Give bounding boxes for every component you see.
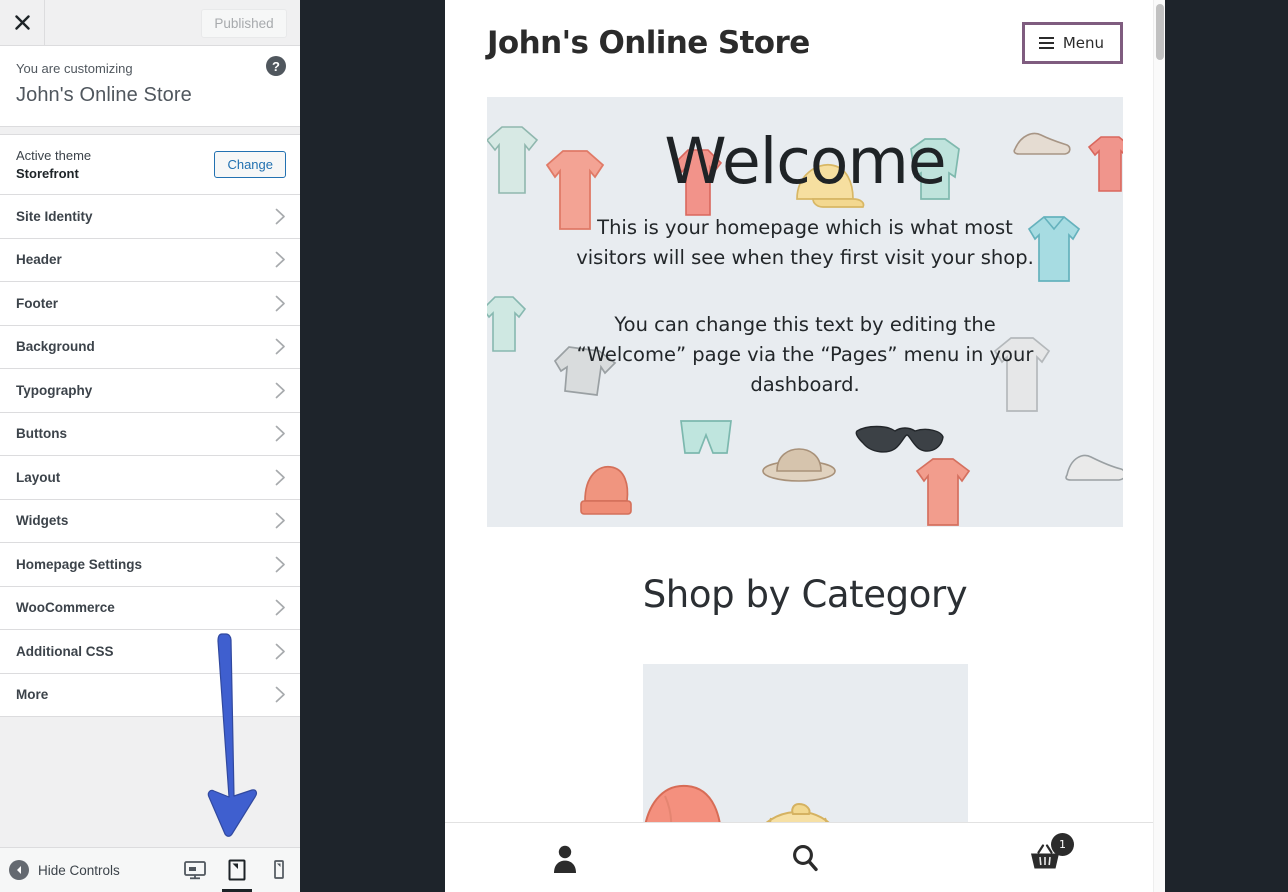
customizer-panel: Published You are customizing John's Onl… (0, 0, 300, 892)
sidebar-section-label: Buttons (16, 426, 67, 442)
desktop-preview-button[interactable] (174, 848, 216, 892)
preview-scrollbar[interactable] (1153, 0, 1165, 892)
preview-menu-button[interactable]: Menu (1021, 21, 1123, 64)
publish-button[interactable]: Published (201, 9, 287, 38)
hamburger-icon (1038, 36, 1054, 49)
active-theme-row: Active theme Storefront Change (0, 135, 300, 196)
sidebar-section-woocommerce[interactable]: WooCommerce (0, 586, 300, 631)
chevron-right-icon (275, 295, 286, 312)
customizing-info: You are customizing John's Online Store … (0, 46, 300, 127)
hero-paragraph-1: This is your homepage which is what most… (576, 216, 1034, 269)
mobile-icon (274, 860, 284, 879)
customizing-label: You are customizing (16, 61, 133, 76)
chevron-right-icon (275, 512, 286, 529)
cart-count-badge: 1 (1051, 832, 1074, 856)
sidebar-section-label: Homepage Settings (16, 556, 143, 572)
sidebar-section-background[interactable]: Background (0, 325, 300, 370)
sidebar-section-typography[interactable]: Typography (0, 369, 300, 413)
cart-button[interactable]: 1 (925, 823, 1165, 892)
chevron-right-icon (275, 599, 286, 616)
sidebar-section-layout[interactable]: Layout (0, 456, 300, 500)
customizing-site-title: John's Online Store (16, 84, 192, 106)
sidebar-section-widgets[interactable]: Widgets (0, 499, 300, 544)
hero-heading: Welcome (664, 125, 946, 198)
tablet-icon (228, 859, 246, 881)
shorts-doodle-icon (680, 420, 732, 454)
chevron-right-icon (275, 686, 286, 703)
sidebar-section-footer[interactable]: Footer (0, 282, 300, 326)
sidebar-section-additional-css[interactable]: Additional CSS (0, 630, 300, 674)
customizer-topbar: Published (0, 0, 300, 46)
preview-site-title: John's Online Store (487, 24, 810, 61)
sidebar-section-label: Typography (16, 382, 93, 398)
hero-banner: Welcome This is your homepage which is w… (487, 97, 1123, 527)
hat-doodle-icon (762, 448, 836, 482)
chevron-right-icon (275, 251, 286, 268)
sidebar-section-buttons[interactable]: Buttons (0, 412, 300, 457)
active-theme-name: Storefront (16, 165, 79, 181)
close-customizer-button[interactable] (0, 0, 45, 45)
active-theme-label: Active theme (16, 148, 92, 163)
my-account-button[interactable] (445, 823, 685, 892)
preview-scroll-area[interactable]: John's Online Store Menu Welcome This is… (445, 0, 1165, 892)
sidebar-section-homepage-settings[interactable]: Homepage Settings (0, 543, 300, 587)
search-magnifier-icon (793, 844, 818, 871)
close-x-icon (14, 15, 30, 30)
sidebar-section-header[interactable]: Header (0, 238, 300, 283)
customizer-sections-list: Site Identity Header Footer Background Typog… (0, 195, 300, 718)
sidebar-section-site-identity[interactable]: Site Identity (0, 195, 300, 239)
beanie-doodle-icon (580, 465, 632, 515)
preview-site-header: John's Online Store Menu (445, 0, 1165, 85)
tshirt-doodle-icon (915, 458, 971, 526)
chevron-right-icon (275, 338, 286, 355)
search-button[interactable] (685, 823, 925, 892)
chevron-right-icon (275, 208, 286, 225)
desktop-icon (184, 861, 206, 880)
sidebar-section-label: Additional CSS (16, 643, 114, 659)
tablet-preview-button[interactable] (216, 848, 258, 892)
help-question-icon[interactable]: ? (266, 56, 286, 76)
chevron-right-icon (275, 382, 286, 399)
customizer-bottom-bar: Hide Controls (0, 847, 300, 892)
site-preview-frame[interactable]: John's Online Store Menu Welcome This is… (445, 0, 1165, 892)
sunglasses-doodle-icon (855, 425, 944, 453)
sidebar-section-label: Layout (16, 469, 61, 485)
chevron-right-icon (275, 469, 286, 486)
menu-button-label: Menu (1062, 33, 1104, 52)
shoe-doodle-icon (1065, 454, 1123, 481)
mobile-preview-button[interactable] (258, 848, 300, 892)
sidebar-section-label: Site Identity (16, 208, 93, 224)
preview-bottom-bar: 1 (445, 822, 1165, 892)
shop-by-category-heading: Shop by Category (642, 573, 968, 616)
panel-divider (0, 127, 300, 135)
sidebar-section-label: Footer (16, 295, 58, 311)
sidebar-section-label: Header (16, 252, 62, 268)
sidebar-section-label: Widgets (16, 513, 69, 529)
sidebar-section-label: Background (16, 339, 95, 355)
person-icon (554, 845, 576, 873)
hero-paragraph-2: You can change this text by editing the … (576, 313, 1034, 396)
chevron-right-icon (275, 643, 286, 660)
collapse-left-arrow-icon (9, 860, 29, 880)
hide-controls-label: Hide Controls (38, 862, 120, 878)
chevron-right-icon (275, 556, 286, 573)
change-theme-button[interactable]: Change (214, 151, 286, 179)
device-preview-switcher (174, 848, 300, 892)
sidebar-section-label: WooCommerce (16, 600, 115, 616)
sidebar-section-label: More (16, 687, 49, 703)
chevron-right-icon (275, 425, 286, 442)
hide-controls-button[interactable]: Hide Controls (0, 860, 174, 880)
preview-scrollbar-thumb[interactable] (1156, 4, 1164, 60)
sidebar-section-more[interactable]: More (0, 673, 300, 718)
